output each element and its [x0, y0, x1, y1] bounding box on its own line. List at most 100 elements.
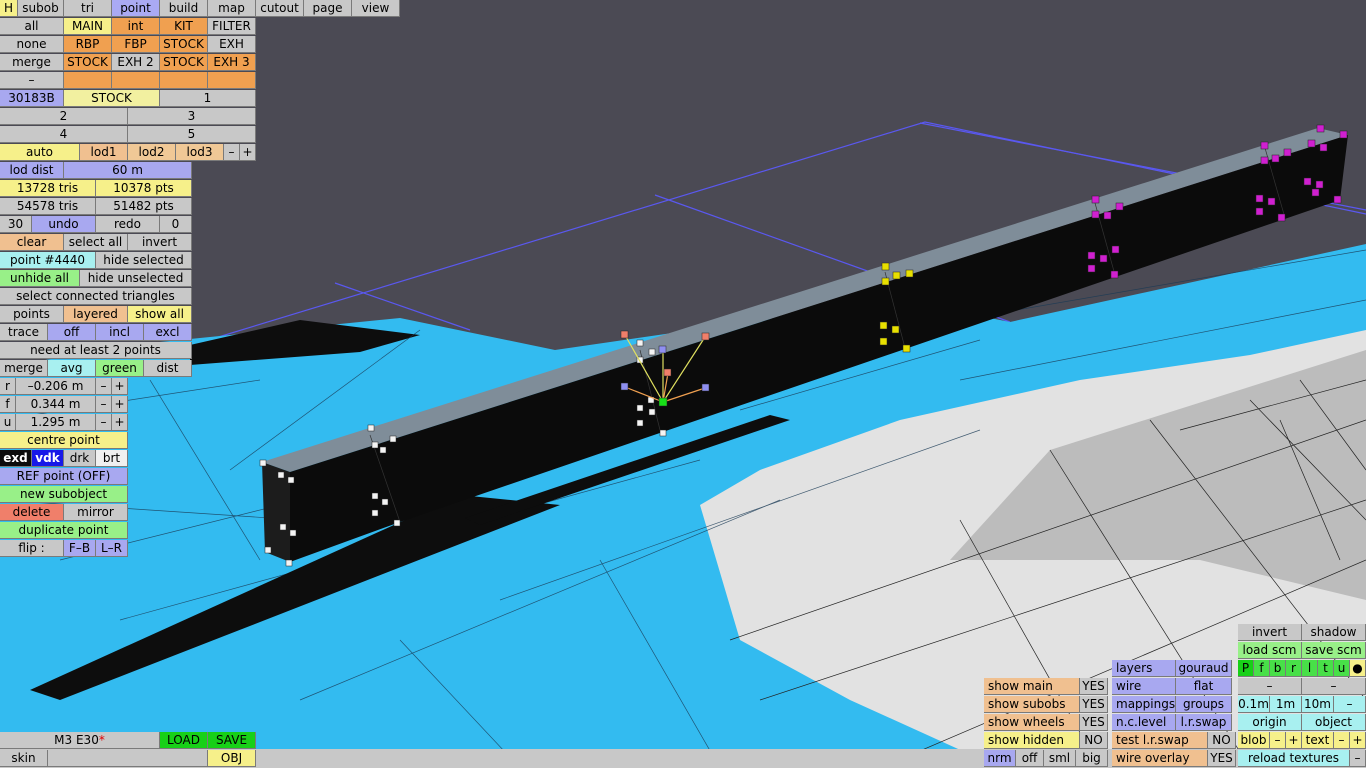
flip-lr-button[interactable]: L–R [96, 540, 128, 557]
subgroup-5[interactable]: 5 [128, 126, 256, 143]
lr-swap-button[interactable]: l.r.swap [1176, 714, 1232, 731]
delete-button[interactable]: delete [0, 504, 64, 521]
show-hidden-label[interactable]: show hidden [984, 732, 1080, 749]
object-id[interactable]: 30183B [0, 90, 64, 107]
group-empty-3[interactable] [160, 72, 208, 89]
flag-f-button[interactable]: f [1254, 660, 1270, 677]
f-plus-button[interactable]: + [112, 396, 128, 413]
merge-green-button[interactable]: green [96, 360, 144, 377]
blob-minus-button[interactable]: – [1270, 732, 1286, 749]
subgroup-4[interactable]: 4 [0, 126, 128, 143]
obj-button[interactable]: OBJ [208, 750, 256, 767]
lod-dist-label[interactable]: lod dist [0, 162, 64, 179]
vdk-button[interactable]: vdk [32, 450, 64, 467]
group-stock-2[interactable]: STOCK [64, 54, 112, 71]
show-wheels-value[interactable]: YES [1080, 714, 1108, 731]
duplicate-point-button[interactable]: duplicate point [0, 522, 128, 539]
select-connected-triangles-button[interactable]: select connected triangles [0, 288, 192, 305]
test-lr-swap-label[interactable]: test l.r.swap [1112, 732, 1208, 749]
drk-button[interactable]: drk [64, 450, 96, 467]
flag-u-button[interactable]: u [1334, 660, 1350, 677]
flag-l-button[interactable]: l [1302, 660, 1318, 677]
lod-plus-button[interactable]: + [240, 144, 256, 161]
flag-t-button[interactable]: t [1318, 660, 1334, 677]
group-kit[interactable]: KIT [160, 18, 208, 35]
f-minus-button[interactable]: – [96, 396, 112, 413]
redo-button[interactable]: redo [96, 216, 160, 233]
r-value[interactable]: –0.206 m [16, 378, 96, 395]
undo-button[interactable]: undo [32, 216, 96, 233]
group-fbp[interactable]: FBP [112, 36, 160, 53]
gouraud-button[interactable]: gouraud [1176, 660, 1232, 677]
blob-plus-button[interactable]: + [1286, 732, 1302, 749]
step-10m-button[interactable]: 10m [1302, 696, 1334, 713]
u-minus-button[interactable]: – [96, 414, 112, 431]
text-plus-button[interactable]: + [1350, 732, 1366, 749]
menu-subob[interactable]: subob [18, 0, 64, 17]
wire-overlay-label[interactable]: wire overlay [1112, 750, 1208, 767]
size-off-button[interactable]: off [1016, 750, 1044, 767]
flag-p-button[interactable]: P [1238, 660, 1254, 677]
scene-dash-2[interactable]: – [1302, 678, 1366, 695]
flag-r-button[interactable]: r [1286, 660, 1302, 677]
menu-build[interactable]: build [160, 0, 208, 17]
test-lr-swap-value[interactable]: NO [1208, 732, 1236, 749]
origin-button[interactable]: origin [1238, 714, 1302, 731]
step-01m-button[interactable]: 0.1m [1238, 696, 1270, 713]
brt-button[interactable]: brt [96, 450, 128, 467]
step-minus-button[interactable]: – [1334, 696, 1366, 713]
mappings-button[interactable]: mappings [1112, 696, 1176, 713]
show-subobs-value[interactable]: YES [1080, 696, 1108, 713]
group-exh-2[interactable]: EXH 2 [112, 54, 160, 71]
normal-size-button[interactable]: nrm [984, 750, 1016, 767]
layers-button[interactable]: layers [1112, 660, 1176, 677]
merge-avg-button[interactable]: avg [48, 360, 96, 377]
group-int[interactable]: int [112, 18, 160, 35]
centre-point-button[interactable]: centre point [0, 432, 128, 449]
load-scm-button[interactable]: load scm [1238, 642, 1302, 659]
subgroup-2[interactable]: 2 [0, 108, 128, 125]
lod3-button[interactable]: lod3 [176, 144, 224, 161]
hide-selected-button[interactable]: hide selected [96, 252, 192, 269]
exd-button[interactable]: exd [0, 450, 32, 467]
group-empty-1[interactable] [64, 72, 112, 89]
f-value[interactable]: 0.344 m [16, 396, 96, 413]
invert-selection-button[interactable]: invert [128, 234, 192, 251]
lod2-button[interactable]: lod2 [128, 144, 176, 161]
wire-button[interactable]: wire [1112, 678, 1176, 695]
trace-incl-button[interactable]: incl [96, 324, 144, 341]
unhide-all-button[interactable]: unhide all [0, 270, 80, 287]
flag-b-button[interactable]: b [1270, 660, 1286, 677]
lod-minus-button[interactable]: – [224, 144, 240, 161]
file-name[interactable]: M3 E30* [0, 732, 160, 749]
group-main[interactable]: MAIN [64, 18, 112, 35]
nc-level-button[interactable]: n.c.level [1112, 714, 1176, 731]
trace-off-button[interactable]: off [48, 324, 96, 341]
show-all-button[interactable]: show all [128, 306, 192, 323]
save-scm-button[interactable]: save scm [1302, 642, 1366, 659]
new-subobject-button[interactable]: new subobject [0, 486, 128, 503]
help-button[interactable]: H [0, 0, 18, 17]
flip-fb-button[interactable]: F–B [64, 540, 96, 557]
big-size-button[interactable]: big [1076, 750, 1108, 767]
subgroup-1[interactable]: 1 [160, 90, 256, 107]
lod-auto[interactable]: auto [0, 144, 80, 161]
merge-dist-button[interactable]: dist [144, 360, 192, 377]
menu-map[interactable]: map [208, 0, 256, 17]
u-plus-button[interactable]: + [112, 414, 128, 431]
group-empty-2[interactable] [112, 72, 160, 89]
trace-excl-button[interactable]: excl [144, 324, 192, 341]
menu-cutout[interactable]: cutout [256, 0, 304, 17]
flat-button[interactable]: flat [1176, 678, 1232, 695]
menu-point[interactable]: point [112, 0, 160, 17]
menu-page[interactable]: page [304, 0, 352, 17]
hide-unselected-button[interactable]: hide unselected [80, 270, 192, 287]
lod-dist-value[interactable]: 60 m [64, 162, 192, 179]
layered-button[interactable]: layered [64, 306, 128, 323]
subgroup-3[interactable]: 3 [128, 108, 256, 125]
step-1m-button[interactable]: 1m [1270, 696, 1302, 713]
group-empty-4[interactable] [208, 72, 256, 89]
object-button[interactable]: object [1302, 714, 1366, 731]
ref-point-button[interactable]: REF point (OFF) [0, 468, 128, 485]
menu-view[interactable]: view [352, 0, 400, 17]
